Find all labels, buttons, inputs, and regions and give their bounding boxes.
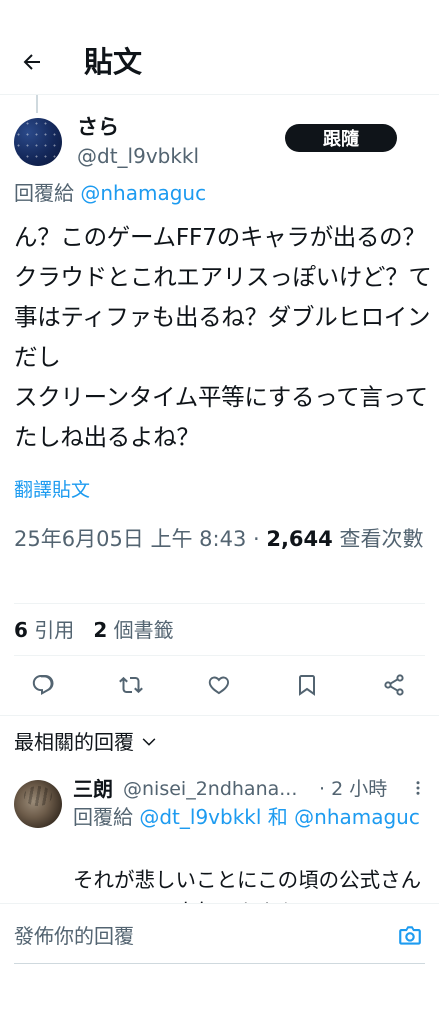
- arrow-left-icon: [23, 54, 40, 70]
- reply-timestamp[interactable]: · 2 小時: [319, 774, 387, 804]
- more-icon[interactable]: [409, 779, 427, 797]
- quotes-stat[interactable]: 6 引用: [14, 618, 74, 642]
- divider: [0, 715, 439, 716]
- divider: [0, 94, 439, 95]
- reply-to-prefix: 回覆給: [73, 805, 140, 829]
- share-icon: [384, 674, 404, 696]
- author-username[interactable]: @dt_l9vbkkl: [77, 142, 199, 170]
- reply-reply-to: 回覆給 @dt_l9vbkkl 和 @nhamaguc: [73, 802, 423, 832]
- retweet-button[interactable]: [112, 666, 150, 704]
- thread-line: [36, 95, 38, 113]
- author-avatar[interactable]: [14, 118, 62, 166]
- reply-sort-dropdown[interactable]: 最相關的回覆: [14, 727, 158, 757]
- reply-button[interactable]: [24, 666, 62, 704]
- reply-header: 三朗 @nisei_2ndhana... · 2 小時: [73, 774, 425, 804]
- reply-icon: [32, 675, 54, 695]
- bookmarks-label: 個書籤: [107, 618, 174, 642]
- composer-underline: [14, 963, 425, 964]
- quotes-label: 引用: [27, 618, 75, 642]
- chevron-down-icon: [142, 738, 156, 746]
- views-label: 查看次數: [332, 527, 424, 551]
- reply-input[interactable]: 發佈你的回覆: [14, 921, 134, 951]
- translate-post-link[interactable]: 翻譯貼文: [14, 476, 90, 504]
- share-button[interactable]: [375, 666, 413, 704]
- reply-sort-label: 最相關的回覆: [14, 730, 134, 754]
- camera-button[interactable]: [395, 921, 425, 951]
- retweet-icon: [119, 676, 143, 694]
- like-button[interactable]: [200, 666, 238, 704]
- divider: [14, 655, 425, 656]
- bookmark-icon: [299, 675, 315, 696]
- quotes-count: 6: [14, 618, 28, 642]
- reply-display-name[interactable]: 三朗: [73, 774, 113, 804]
- reply-to-line: 回覆給 @nhamaguc: [14, 178, 206, 208]
- reply-composer: 發佈你的回覆: [0, 903, 439, 965]
- tweet-text: ん？このゲームFF7のキャラが出るの？クラウドとこれエアリスっぽいけど？て事はテ…: [14, 223, 432, 451]
- reply-to-handles[interactable]: @dt_l9vbkkl 和 @nhamaguc: [139, 805, 420, 829]
- reply-to-handle[interactable]: @nhamaguc: [80, 181, 206, 205]
- tweet-stats: 6 引用 2 個書籤: [14, 615, 174, 645]
- divider: [0, 903, 439, 904]
- author-display-name[interactable]: さら: [77, 112, 119, 142]
- action-bar: [0, 666, 439, 704]
- reply-avatar[interactable]: [14, 780, 62, 828]
- page-title: 貼文: [84, 45, 143, 79]
- views-count: 2,644: [266, 527, 333, 551]
- bookmarks-count: 2: [93, 618, 108, 642]
- tweet-meta: 25年6月05日 上午 8:43 · 2,644 查看次數: [14, 521, 424, 557]
- bookmark-button[interactable]: [288, 666, 326, 704]
- follow-button[interactable]: 跟隨: [285, 124, 397, 152]
- camera-icon: [399, 926, 421, 945]
- tweet-timestamp[interactable]: 25年6月05日 上午 8:43 ·: [14, 527, 266, 551]
- bookmarks-stat[interactable]: 2 個書籤: [93, 618, 173, 642]
- like-icon: [208, 676, 229, 695]
- divider: [14, 603, 425, 604]
- back-button[interactable]: [14, 44, 50, 80]
- top-bar: 貼文: [0, 0, 439, 95]
- reply-to-prefix: 回覆給: [14, 181, 81, 205]
